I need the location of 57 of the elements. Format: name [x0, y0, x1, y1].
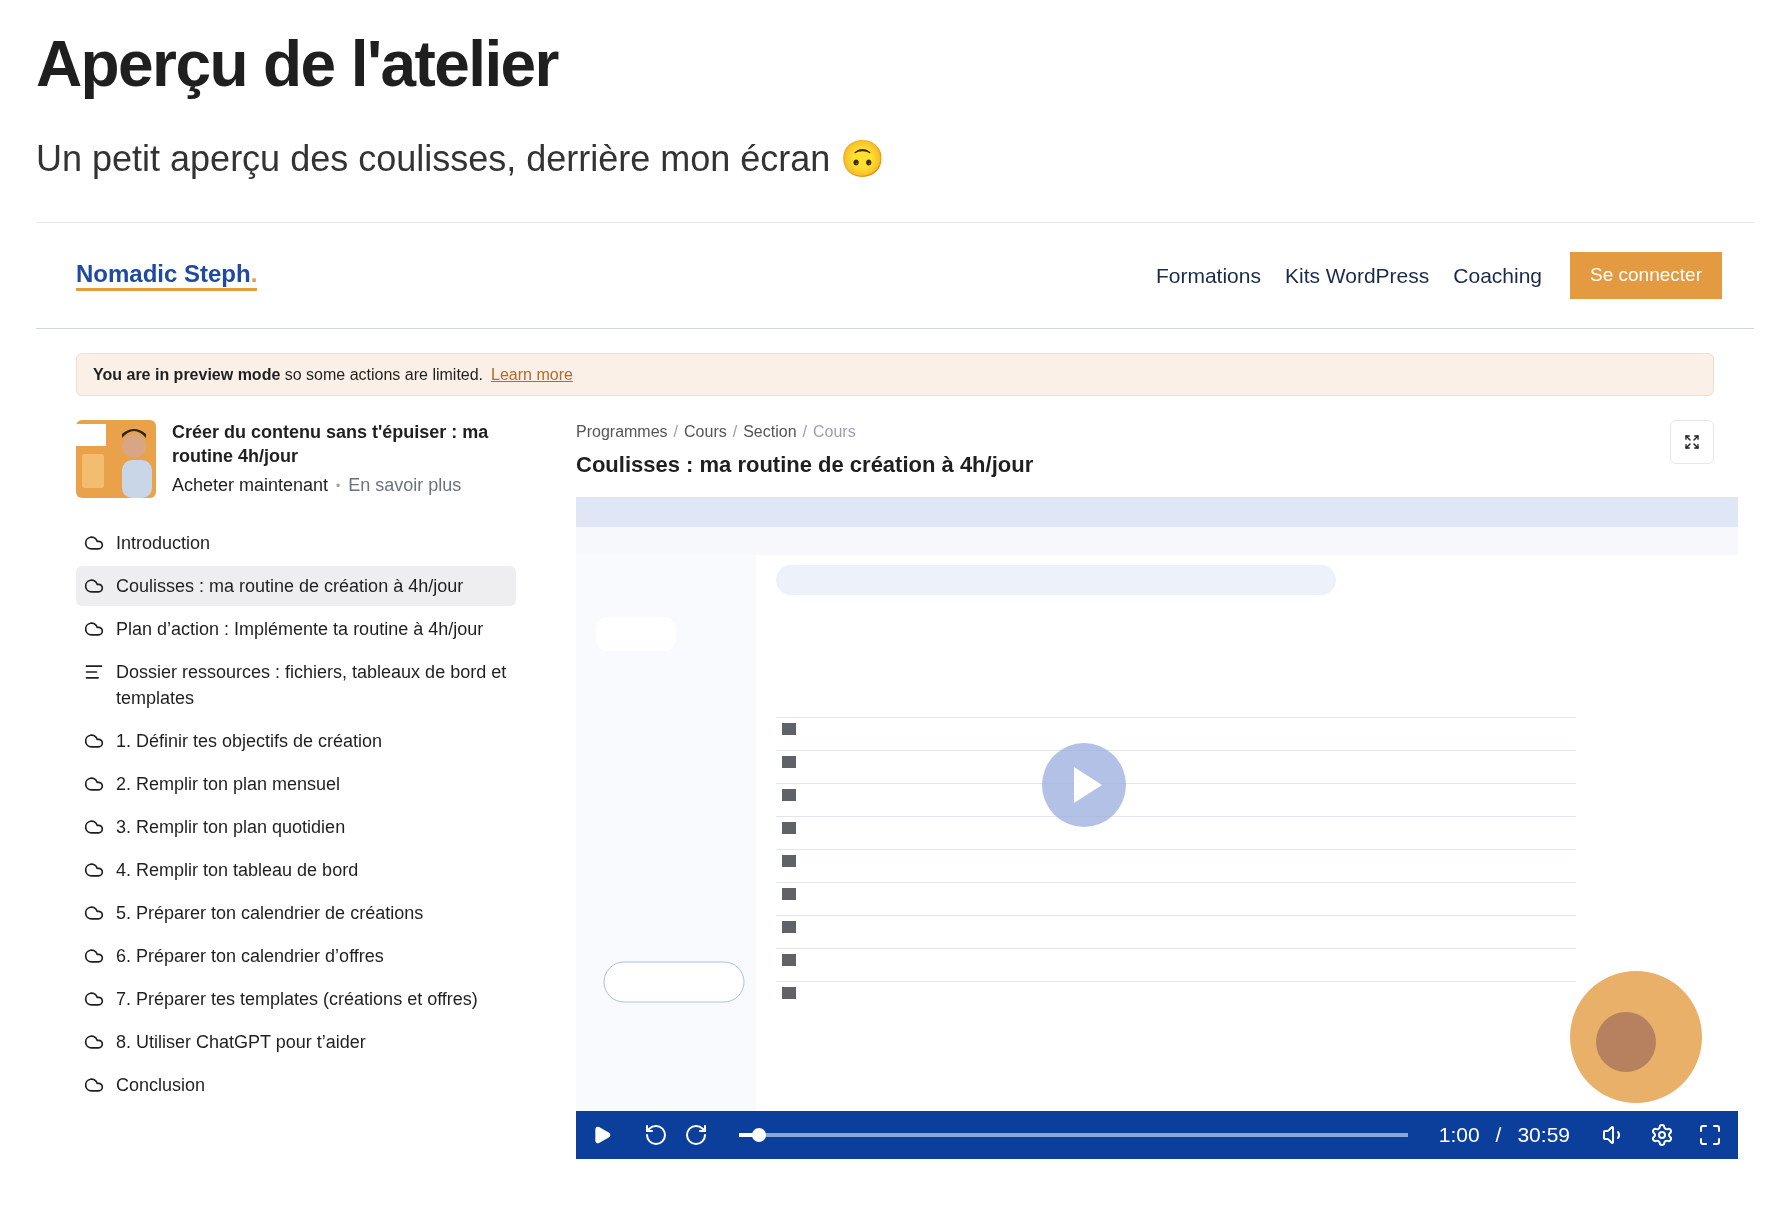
lesson-item[interactable]: 2. Remplir ton plan mensuel [76, 764, 516, 804]
cloud-icon [84, 1075, 104, 1095]
current-time: 1:00 [1438, 1122, 1480, 1149]
page-subtitle: Un petit aperçu des coulisses, derrière mon écran 🙃 [36, 137, 887, 181]
lesson-title: Coulisses : ma routine de création à 4h/jour [576, 451, 1034, 479]
lesson-item[interactable]: Dossier ressources : fichiers, tableaux de bord et templates [76, 652, 516, 718]
separator-dot: • [336, 477, 341, 495]
cloud-icon [84, 946, 104, 966]
breadcrumb-link[interactable]: Section [743, 420, 797, 444]
expand-button[interactable] [1670, 420, 1714, 464]
cloud-icon [84, 576, 104, 596]
fullscreen-icon[interactable] [1698, 1123, 1722, 1147]
cloud-icon [84, 533, 104, 553]
lesson-item[interactable]: 4. Remplir ton tableau de bord [76, 850, 516, 890]
logo[interactable]: Nomadic Steph. [76, 260, 258, 291]
cloud-icon [84, 860, 104, 880]
nav-link[interactable]: Kits WordPress [1284, 259, 1430, 292]
course-title: Créer du contenu sans t'épuiser : ma routine 4h/jour [172, 421, 490, 468]
lesson-item[interactable]: Introduction [76, 523, 516, 563]
play-icon[interactable] [592, 1125, 612, 1145]
lesson-item[interactable]: Conclusion [76, 1065, 516, 1105]
cloud-icon [84, 619, 104, 639]
lesson-item[interactable]: Plan d’action : Implémente ta routine à 4h/jour [76, 609, 516, 649]
breadcrumb-separator: / [673, 422, 679, 442]
duration: 30:59 [1517, 1122, 1570, 1149]
lesson-item[interactable]: Coulisses : ma routine de création à 4h/jour [76, 566, 516, 606]
learn-more-link[interactable]: En savoir plus [348, 472, 462, 499]
breadcrumb-link[interactable]: Cours [684, 420, 727, 444]
cloud-icon [84, 903, 104, 923]
lesson-item[interactable]: 7. Préparer tes templates (créations et offres) [76, 979, 516, 1019]
rewind-icon[interactable] [644, 1123, 668, 1147]
cloud-icon [84, 817, 104, 837]
breadcrumb-link[interactable]: Programmes [576, 420, 668, 444]
time-separator: / [1495, 1122, 1502, 1149]
text-lesson-icon [84, 662, 104, 682]
nav-link[interactable]: Formations [1155, 259, 1261, 292]
settings-icon[interactable] [1650, 1123, 1674, 1147]
lesson-item[interactable]: 5. Préparer ton calendrier de créations [76, 893, 516, 933]
notice-text: You are in preview mode so some actions are limited. [93, 364, 484, 385]
nav-link[interactable]: Coaching [1453, 259, 1543, 292]
lesson-item[interactable]: 3. Remplir ton plan quotidien [76, 807, 516, 847]
breadcrumb-separator: / [732, 422, 738, 442]
breadcrumb-separator: / [802, 422, 807, 442]
lesson-item[interactable]: 1. Définir tes objectifs de création [76, 721, 516, 761]
expand-icon [1684, 434, 1700, 450]
progress-thumb[interactable] [752, 1128, 767, 1142]
lesson-item[interactable]: 8. Utiliser ChatGPT pour t’aider [76, 1022, 516, 1062]
buy-link[interactable]: Acheter maintenant [172, 472, 329, 499]
video-player[interactable]: 1:00 / 30:59 [576, 497, 1738, 1159]
forward-icon[interactable] [684, 1123, 708, 1147]
cloud-icon [84, 989, 104, 1009]
learn-more-link[interactable]: Learn more [491, 362, 573, 387]
page-title: Aperçu de l'atelier [36, 27, 560, 102]
cloud-icon [84, 1032, 104, 1052]
cloud-icon [84, 774, 104, 794]
cloud-icon [84, 731, 104, 751]
lesson-item[interactable]: 6. Préparer ton calendrier d’offres [76, 936, 516, 976]
